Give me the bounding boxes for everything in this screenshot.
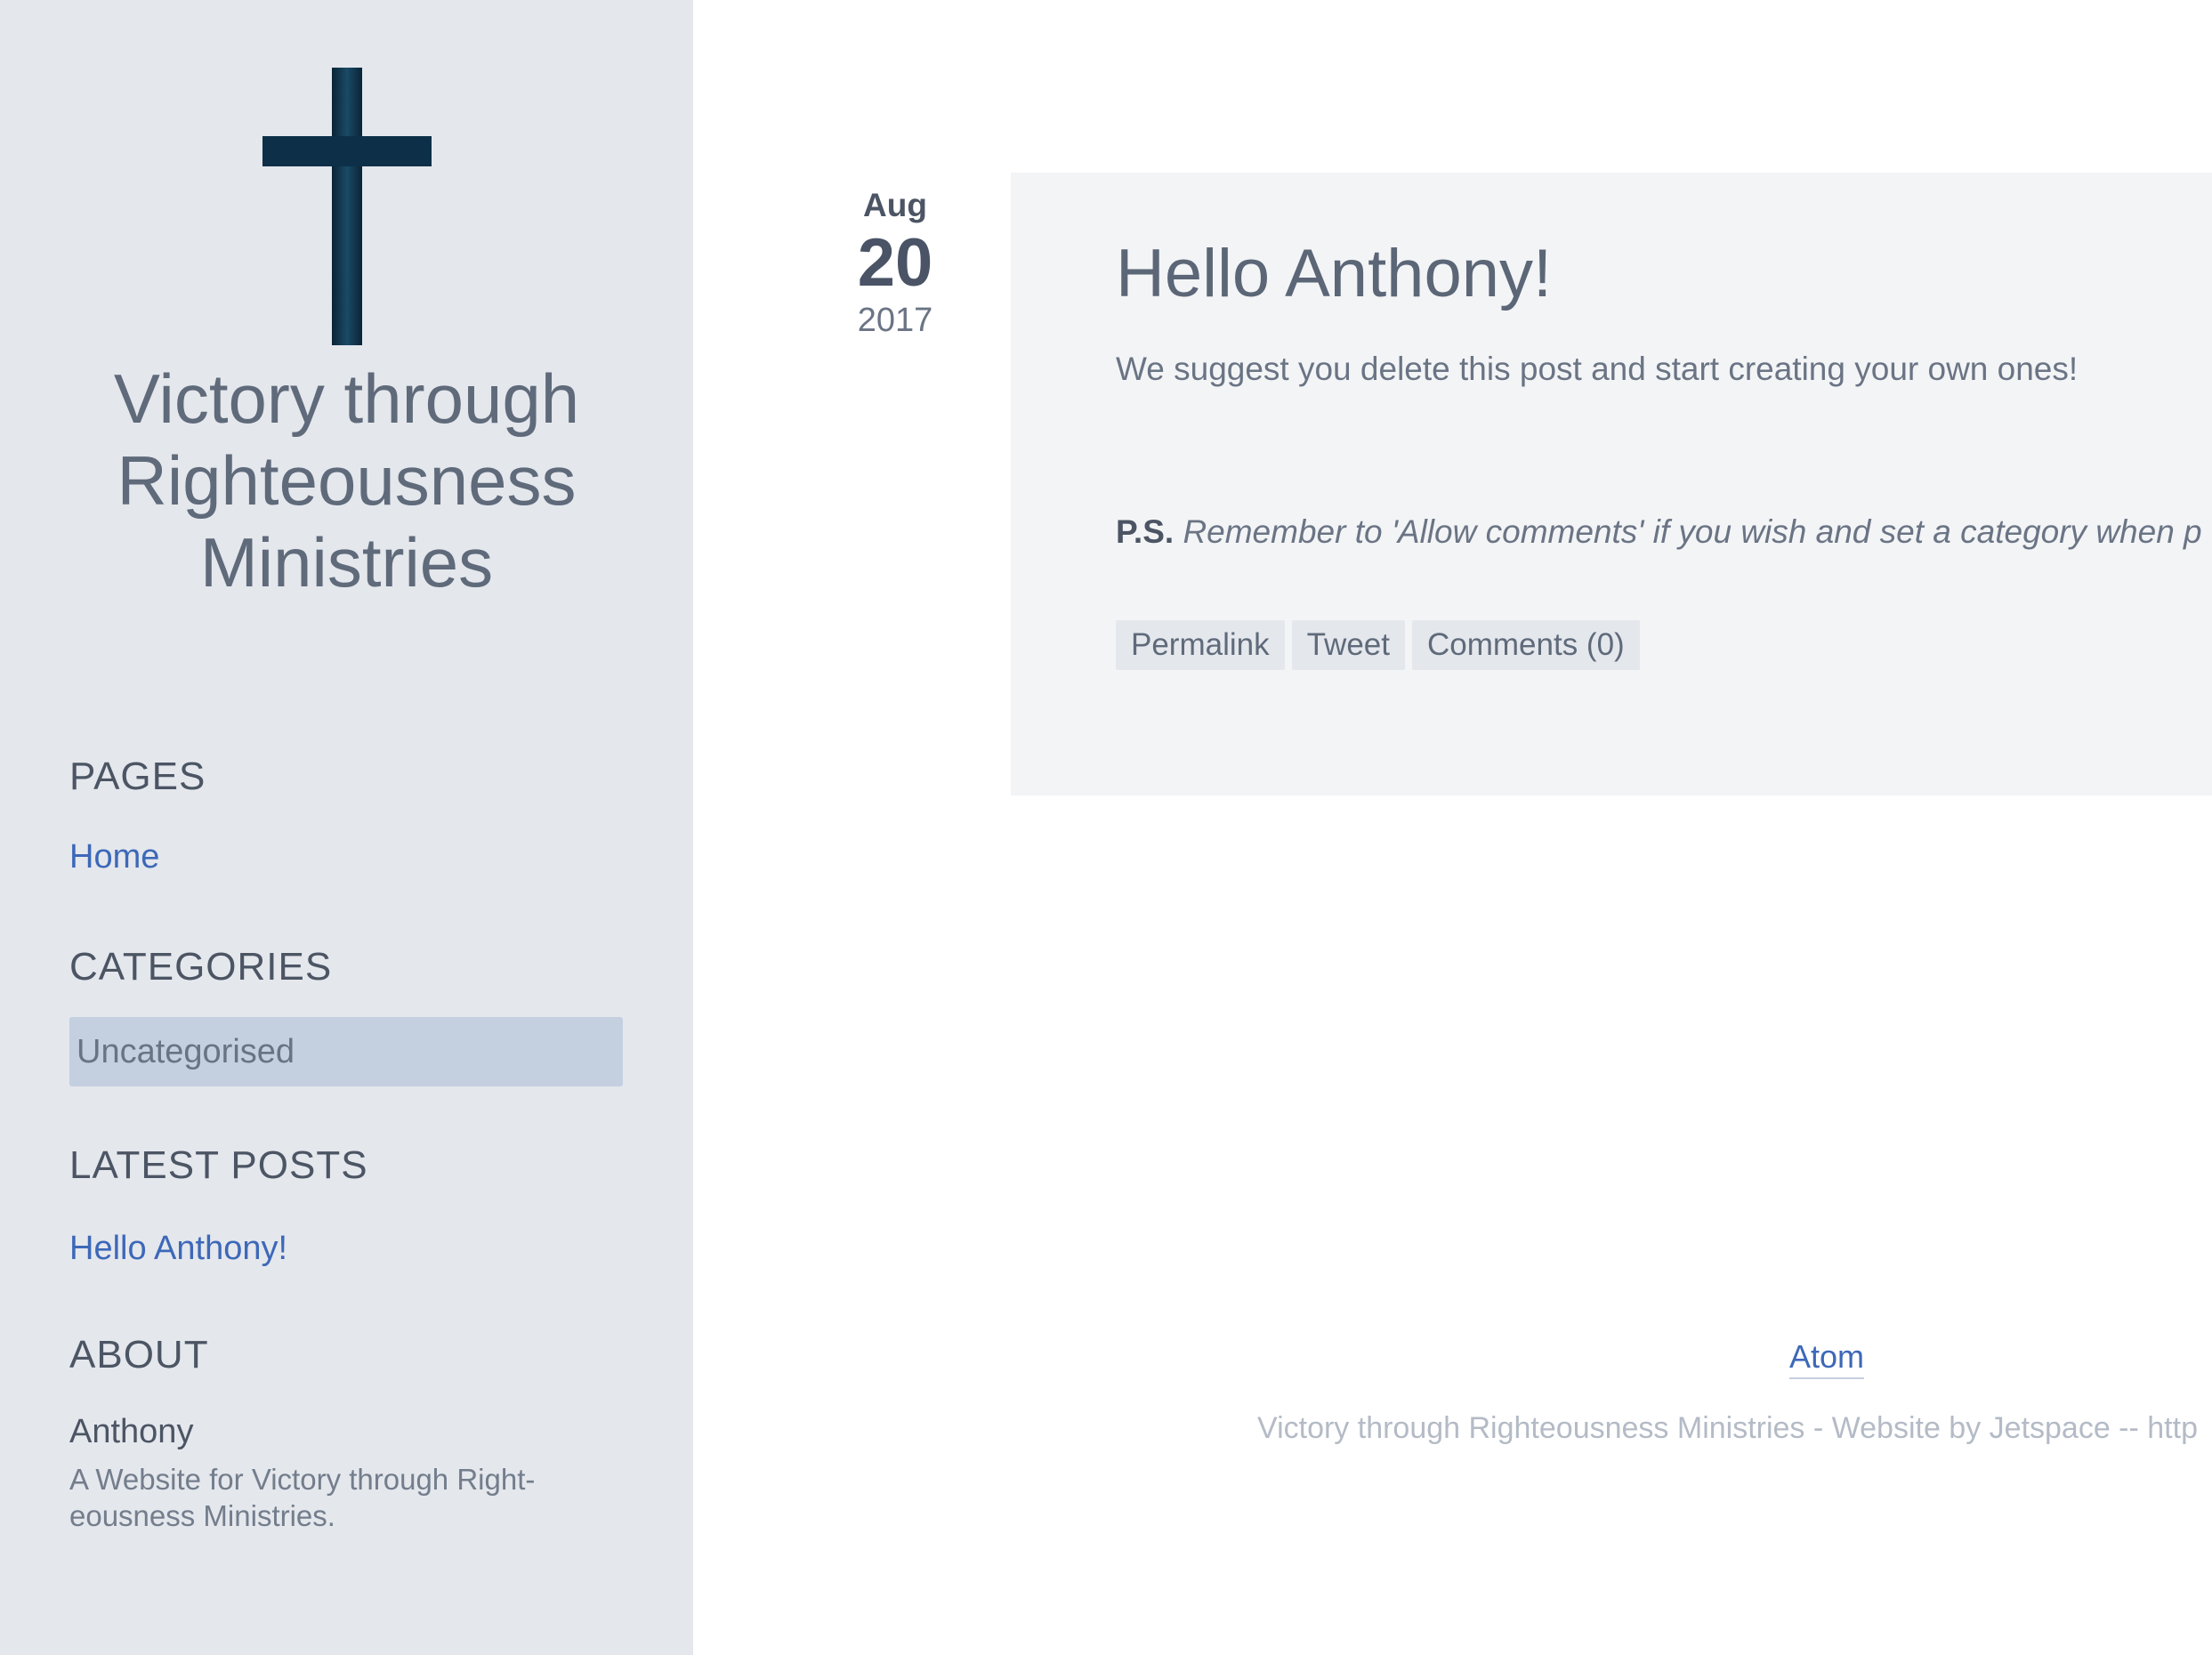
about-description-line: A Website for Victory through Right- xyxy=(69,1463,536,1496)
sidebar-link-home[interactable]: Home xyxy=(69,838,159,876)
page: Victory through Righteousness Ministries… xyxy=(0,0,2212,1655)
comments-button[interactable]: Comments (0) xyxy=(1412,620,1640,670)
post-title[interactable]: Hello Anthony! xyxy=(1116,235,1552,312)
cross-icon xyxy=(262,68,432,345)
post-date: Aug 20 2017 xyxy=(836,183,954,342)
post-date-day: 20 xyxy=(857,225,933,301)
post-date-month: Aug xyxy=(863,187,927,223)
latest-posts-heading: LATEST POSTS xyxy=(69,1143,368,1187)
post-ps-text: Remember to 'Allow comments' if you wish… xyxy=(1183,513,2202,550)
post-body: We suggest you delete this post and star… xyxy=(1116,351,2079,387)
permalink-button[interactable]: Permalink xyxy=(1116,620,1285,670)
footer-credit: Victory through Righteousness Ministries… xyxy=(1257,1411,2198,1445)
post-actions: Permalink Tweet Comments (0) xyxy=(1116,620,1640,670)
site-title[interactable]: Victory through Righteousness Ministries xyxy=(36,358,658,603)
pages-heading: PAGES xyxy=(69,755,206,798)
post-date-year: 2017 xyxy=(857,302,933,339)
site-title-line: Ministries xyxy=(199,523,494,601)
sidebar: Victory through Righteousness Ministries… xyxy=(0,0,693,1655)
tweet-button[interactable]: Tweet xyxy=(1291,620,1405,670)
about-description-line: eousness Ministries. xyxy=(69,1499,335,1532)
atom-feed-link[interactable]: Atom xyxy=(1789,1336,1865,1379)
post-card: Hello Anthony! We suggest you delete thi… xyxy=(1011,173,2212,795)
category-item-uncategorised[interactable]: Uncategorised xyxy=(69,1017,623,1086)
about-heading: ABOUT xyxy=(69,1333,209,1376)
latest-post-link[interactable]: Hello Anthony! xyxy=(69,1230,287,1268)
about-description: A Website for Victory through Right- eou… xyxy=(69,1461,585,1534)
categories-heading: CATEGORIES xyxy=(69,945,333,989)
site-title-line: Victory through xyxy=(113,359,580,438)
site-title-line: Righteousness xyxy=(117,441,577,520)
post-ps: P.S. Remember to 'Allow comments' if you… xyxy=(1116,513,2202,551)
post-ps-label: P.S. xyxy=(1116,513,1175,550)
about-name: Anthony xyxy=(69,1413,194,1450)
